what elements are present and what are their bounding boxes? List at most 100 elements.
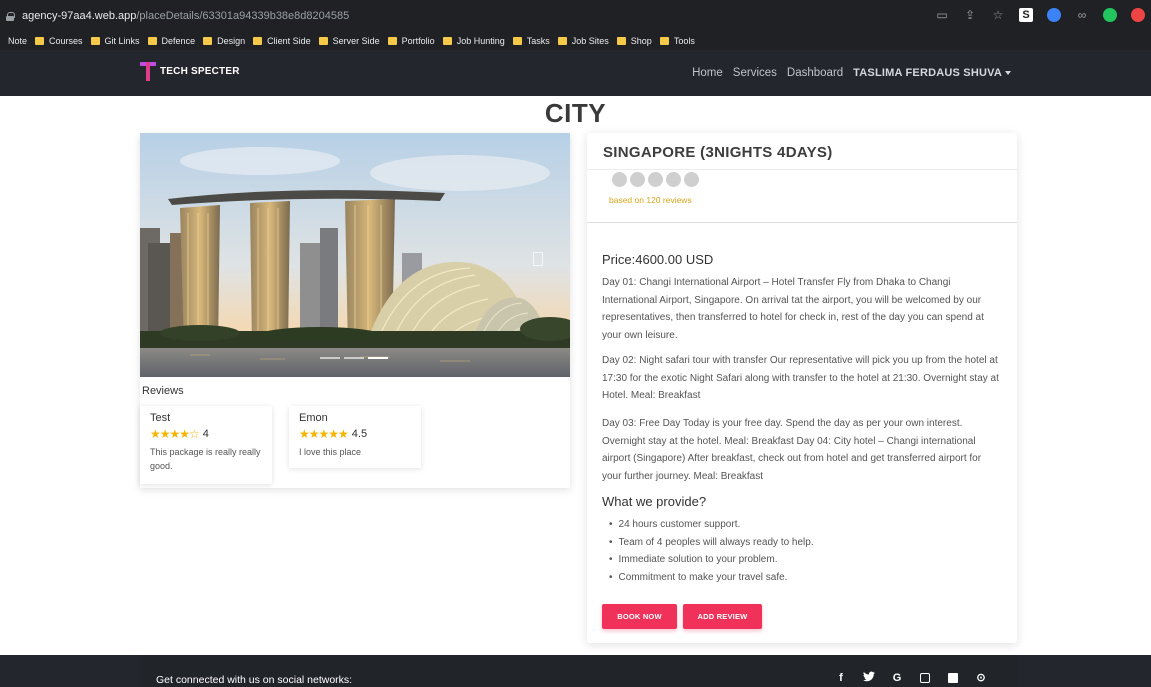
star-rating-icon: ★★★★★ [299,427,349,441]
review-score: 4 [202,428,209,440]
nav-links: Home Services Dashboard TASLIMA FERDAUS … [692,50,1011,96]
rating-circle-icon [648,172,663,187]
review-author: Test [150,412,171,424]
provide-list: 24 hours customer support. Team of 4 peo… [609,516,814,586]
extension-s-icon[interactable]: S [1019,8,1033,22]
rating-circle-icon [666,172,681,187]
review-score: 4.5 [351,428,368,440]
bookmark-item[interactable]: Job Hunting [442,36,505,46]
rating-circles [612,172,699,187]
social-links: f G ⊙ [835,671,987,687]
caret-down-icon [1005,71,1011,76]
bookmark-star-icon[interactable]: ☆ [991,8,1005,22]
bookmark-item[interactable]: Client Side [253,36,311,46]
list-item: Immediate solution to your problem. [609,551,814,569]
carousel-indicator[interactable] [344,357,364,359]
github-icon[interactable]: ⊙ [975,671,987,687]
folder-icon [318,37,328,45]
review-count: based on 120 reviews [609,195,692,205]
twitter-icon[interactable] [863,671,875,687]
review-card: Test ★★★★☆ 4 This package is really real… [140,406,272,484]
carousel-indicators [320,357,388,359]
brand-name: TECH SPECTER [160,65,240,77]
extension-green-icon[interactable] [1103,8,1117,22]
review-card: Emon ★★★★★ 4.5 I love this place [289,406,421,468]
browser-chrome: agency-97aa4.web.app /placeDetails/63301… [0,0,1151,50]
rating-circle-icon [612,172,627,187]
folder-icon [616,37,626,45]
bookmark-item[interactable]: Server Side [318,36,380,46]
review-rating: ★★★★★ 4.5 [299,427,411,441]
bookmark-item[interactable]: Note [8,36,27,46]
carousel-indicator[interactable] [368,357,388,359]
package-title: SINGAPORE (3NIGHTS 4DAYS) [603,144,833,161]
folder-icon [90,37,100,45]
folder-icon [557,37,567,45]
place-media-card: Reviews Test ★★★★☆ 4 This package is rea… [140,133,570,488]
nav-home[interactable]: Home [692,67,723,79]
user-menu-toggle[interactable]: TASLIMA FERDAUS SHUVA [853,67,1011,79]
bookmark-item[interactable]: Tools [659,36,695,46]
review-text: I love this place [299,447,362,457]
extension-blue-icon[interactable] [1047,8,1061,22]
url-host: agency-97aa4.web.app [22,10,137,22]
folder-icon [442,37,452,45]
itinerary-day-2: Day 02: Night safari tour with transfer … [602,355,999,401]
reviews-heading: Reviews [142,385,184,397]
carousel-image [140,133,570,377]
site-navbar: TECH SPECTER Home Services Dashboard TAS… [0,50,1151,96]
google-icon[interactable]: G [891,671,903,687]
folder-icon [387,37,397,45]
rating-circle-icon [684,172,699,187]
package-details-card: SINGAPORE (3NIGHTS 4DAYS) based on 120 r… [587,133,1017,643]
extension-red-icon[interactable] [1131,8,1145,22]
bookmark-item[interactable]: Portfolio [387,36,435,46]
review-text: This package is really really good. [150,447,261,471]
carousel-indicator[interactable] [320,357,340,359]
review-rating: ★★★★☆ 4 [150,427,262,441]
share-icon[interactable]: ⇪ [963,8,977,22]
folder-icon [253,37,263,45]
extension-link-icon[interactable]: ∞ [1075,8,1089,22]
bookmarks-bar: Note Courses Git Links Defence Design Cl… [0,32,1151,50]
divider [587,222,1017,223]
bookmark-item[interactable]: Job Sites [557,36,609,46]
folder-icon [203,37,213,45]
rating-circle-icon [630,172,645,187]
folder-icon [147,37,157,45]
url-path: /placeDetails/63301a94339b38e8d8204585 [136,10,350,22]
bookmark-item[interactable]: Git Links [90,36,140,46]
add-review-button[interactable]: ADD REVIEW [683,604,762,629]
instagram-icon[interactable] [919,671,931,687]
book-now-button[interactable]: BOOK NOW [602,604,677,629]
nav-dashboard[interactable]: Dashboard [787,67,843,79]
bookmark-item[interactable]: Defence [147,36,195,46]
footer-social-text: Get connected with us on social networks… [156,674,353,686]
bookmark-item[interactable]: Shop [616,36,652,46]
folder-icon [659,37,669,45]
site-footer: Get connected with us on social networks… [0,655,1151,687]
nav-services[interactable]: Services [733,67,777,79]
bookmark-item[interactable]: Courses [35,36,83,46]
brand-logo-link[interactable]: TECH SPECTER [140,60,240,82]
tab-search-icon[interactable]: ▭ [935,8,949,22]
review-author: Emon [299,412,328,424]
list-item: Team of 4 peoples will always ready to h… [609,534,814,552]
bookmark-item[interactable]: Tasks [512,36,550,46]
facebook-icon[interactable]: f [835,671,847,687]
itinerary-day-3: Day 03: Free Day Today is your free day.… [602,418,982,482]
browser-toolbar: ▭ ⇪ ☆ S ∞ [935,8,1145,22]
page-title: CITY [544,98,607,128]
linkedin-icon[interactable] [947,671,959,687]
divider [587,169,1017,170]
list-item: Commitment to make your travel safe. [609,569,814,587]
itinerary-day-1: Day 01: Changi International Airport – H… [602,277,984,341]
folder-icon [512,37,522,45]
logo-icon [140,60,156,82]
list-item: 24 hours customer support. [609,516,814,534]
carousel-next-icon[interactable] [533,252,543,266]
image-carousel[interactable] [140,133,570,377]
bookmark-item[interactable]: Design [203,36,245,46]
package-price: Price:4600.00 USD [602,252,714,267]
folder-icon [35,37,45,45]
